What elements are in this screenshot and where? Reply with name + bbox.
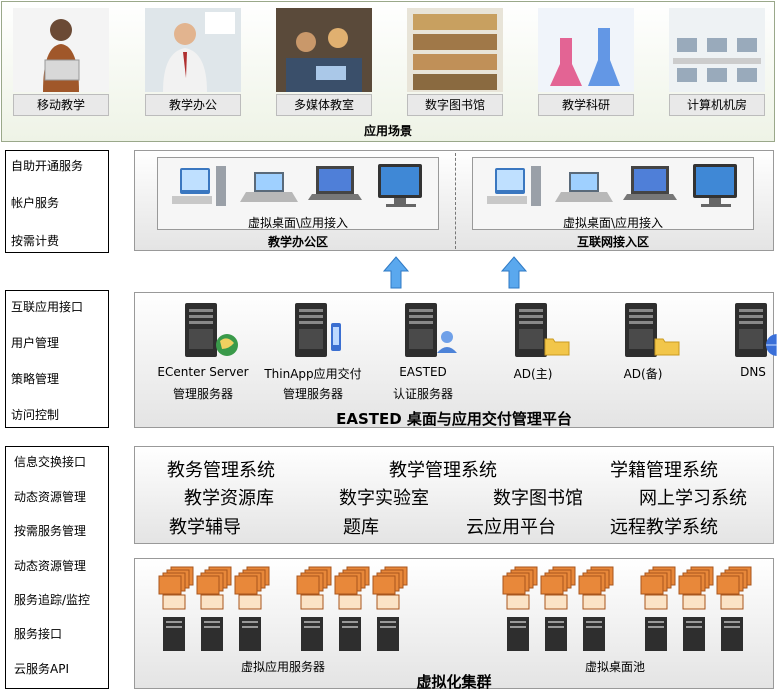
scene-label: 移动教学 [13, 94, 109, 116]
cluster-panel: 虚拟应用服务器 虚拟桌面池 虚拟化集群 [134, 558, 774, 691]
up-arrow-icon [500, 256, 528, 289]
left-item: 服务追踪/监控 [14, 593, 91, 607]
left-item: 信息交换接口 [14, 455, 87, 469]
scene-photo [538, 8, 634, 92]
system-item: 数字图书馆 [493, 488, 583, 509]
left-item: 动态资源管理 [14, 490, 87, 504]
scene-photo [13, 8, 109, 92]
server-name: AD(主) [513, 367, 553, 381]
scene-photo [669, 8, 765, 92]
scenes-title: 应用场景 [363, 124, 412, 138]
zone-divider [455, 153, 456, 249]
server-icon [735, 303, 777, 357]
platform-panel: ECenter Server 管理服务器 ThinApp应用交付 管理服务器 EASTE… [134, 292, 777, 428]
system-item: 远程教学系统 [610, 517, 718, 538]
scene-label: 教学办公 [145, 94, 241, 116]
server-role: 管理服务器 [282, 387, 343, 401]
systems-panel: 教务管理系统 教学管理系统 学籍管理系统 教学资源库 数字实验室 数字图书馆 网… [134, 446, 774, 544]
vm-stack-icon [578, 566, 614, 651]
scene-computer-room: 计算机机房 [669, 8, 765, 118]
internet-devices-label: 虚拟桌面\应用接入 [562, 216, 664, 230]
scene-label: 计算机机房 [669, 94, 765, 116]
left-item: 策略管理 [11, 372, 60, 386]
system-item: 学籍管理系统 [610, 460, 718, 481]
server-name: ThinApp应用交付 [264, 367, 362, 381]
server-icon [295, 303, 341, 357]
server-name: DNS [740, 365, 766, 379]
scene-photo [407, 8, 503, 92]
scene-photo [276, 8, 372, 92]
server-name: ECenter Server [157, 365, 249, 379]
server-tile: ECenter Server 管理服务器 [153, 299, 253, 409]
left-item: 按需服务管理 [14, 524, 87, 538]
left-box-resources: 信息交换接口 动态资源管理 按需服务管理 动态资源管理 服务追踪/监控 服务接口… [5, 446, 109, 689]
scene-digital-library: 数字图书馆 [407, 8, 503, 118]
office-devices-label: 虚拟桌面\应用接入 [247, 216, 349, 230]
scene-teaching-office: 教学办公 [145, 8, 241, 118]
internet-devices-box: 虚拟桌面\应用接入 [472, 157, 754, 230]
server-tile: AD(主) [483, 299, 583, 409]
platform-title: EASTED 桌面与应用交付管理平台 [336, 410, 572, 428]
left-item: 用户管理 [11, 336, 60, 350]
left-box-self-service: 自助开通服务 帐户服务 按需计费 [5, 150, 109, 253]
scene-mobile-teaching: 移动教学 [13, 8, 109, 118]
office-devices-box: 虚拟桌面\应用接入 [157, 157, 439, 230]
scene-label: 教学科研 [538, 94, 634, 116]
system-item: 教学辅导 [169, 517, 241, 538]
system-item: 数字实验室 [339, 488, 429, 509]
cluster-title: 虚拟化集群 [416, 673, 492, 691]
left-item: 按需计费 [11, 234, 60, 248]
server-role: 认证服务器 [392, 387, 453, 401]
left-box-access: 互联应用接口 用户管理 策略管理 访问控制 [5, 290, 109, 428]
server-icon [185, 303, 238, 357]
server-icon [515, 303, 570, 357]
server-tile: AD(备) [593, 299, 693, 409]
internet-zone-title: 互联网接入区 [576, 235, 649, 249]
vm-stack-icon [716, 566, 752, 651]
server-icon [405, 303, 457, 357]
office-zone-title: 教学办公区 [267, 235, 328, 249]
access-zones-panel: 虚拟桌面\应用接入 教学办公区 虚拟桌面\应用接入 互联网接入区 [134, 150, 774, 251]
left-item: 云服务API [14, 662, 69, 676]
server-name: AD(备) [623, 367, 663, 381]
vm-stack-icon [234, 566, 270, 651]
server-icon [625, 303, 680, 357]
system-item: 云应用平台 [466, 517, 556, 538]
scene-research: 教学科研 [538, 8, 634, 118]
server-tile: ThinApp应用交付 管理服务器 [263, 299, 363, 409]
up-arrow-icon [382, 256, 410, 289]
left-item: 动态资源管理 [14, 559, 87, 573]
left-item: 互联应用接口 [11, 300, 84, 314]
system-item: 教学资源库 [184, 488, 274, 509]
scene-label: 数字图书馆 [407, 94, 503, 116]
server-tile: EASTED 认证服务器 [373, 299, 473, 409]
scene-label: 多媒体教室 [276, 94, 372, 116]
server-name: EASTED [399, 365, 447, 379]
scene-multimedia-classroom: 多媒体教室 [276, 8, 372, 118]
server-tile: DNS [703, 299, 777, 409]
system-item: 教务管理系统 [167, 460, 275, 481]
left-item: 自助开通服务 [11, 159, 84, 173]
vm-stack-icon [372, 566, 408, 651]
left-item: 访问控制 [11, 408, 60, 422]
scene-photo [145, 8, 241, 92]
system-item: 网上学习系统 [639, 488, 747, 509]
server-role: 管理服务器 [172, 387, 233, 401]
devices-icon [487, 164, 737, 207]
devices-icon [172, 164, 422, 207]
scenes-band: 移动教学 教学办公 多媒体教室 数字图书馆 教学科研 计算机机房 应用场景 [1, 1, 775, 142]
left-item: 服务接口 [14, 627, 63, 641]
left-item: 帐户服务 [11, 196, 60, 210]
system-item: 题库 [343, 517, 379, 538]
system-item: 教学管理系统 [389, 460, 497, 481]
